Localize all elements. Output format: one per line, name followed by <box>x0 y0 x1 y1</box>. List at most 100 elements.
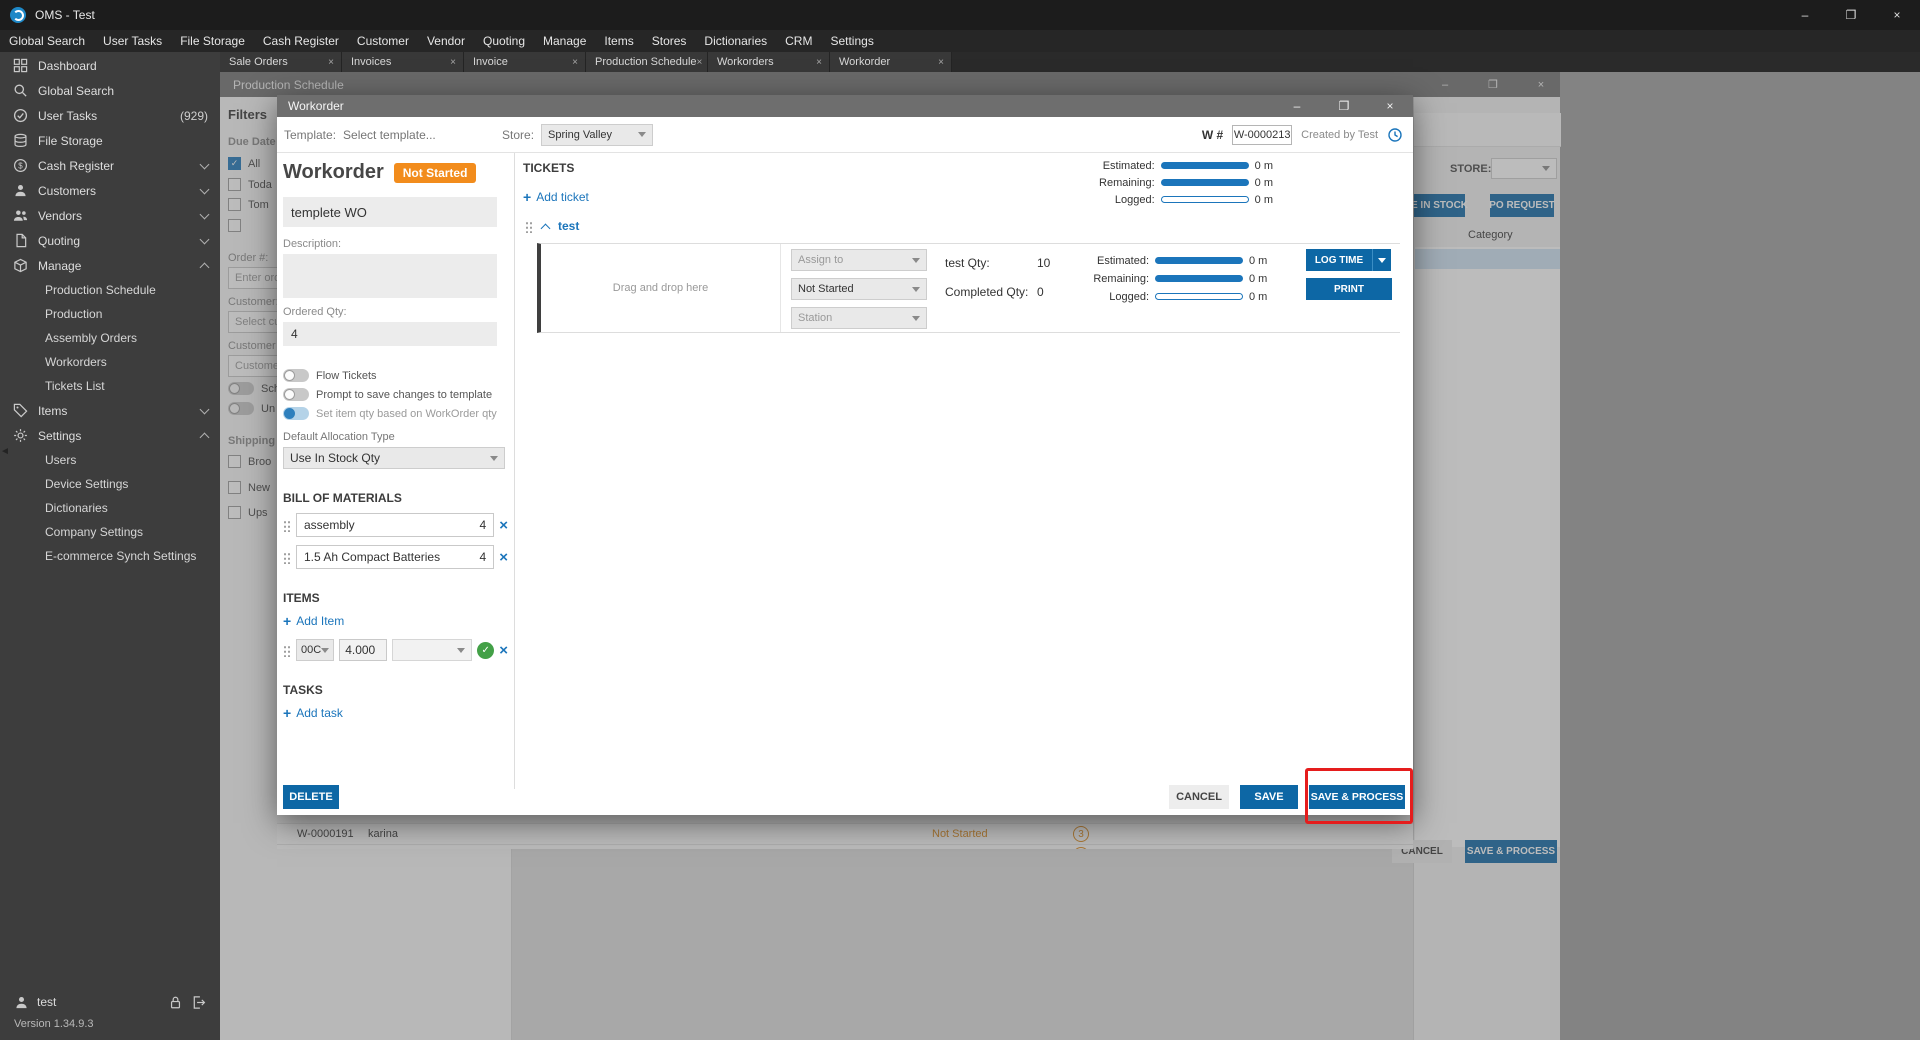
cash-register-icon: $ <box>13 158 28 173</box>
close-icon[interactable]: × <box>1375 95 1405 117</box>
sidebar-item-dictionaries[interactable]: Dictionaries <box>0 496 220 520</box>
template-input[interactable] <box>343 127 454 142</box>
close-icon[interactable]: × <box>1874 0 1920 30</box>
menu-file-storage[interactable]: File Storage <box>171 30 254 52</box>
sidebar-item-quoting[interactable]: Quoting <box>0 228 220 253</box>
cancel-button[interactable]: CANCEL <box>1169 785 1229 809</box>
item-option-select[interactable] <box>392 639 473 661</box>
logout-icon[interactable] <box>191 995 206 1010</box>
minimize-icon[interactable]: – <box>1282 95 1312 117</box>
maximize-icon[interactable]: ❐ <box>1329 95 1359 117</box>
sidebar-item-production-schedule[interactable]: Production Schedule <box>0 278 220 302</box>
store-select[interactable]: Spring Valley <box>541 123 654 146</box>
ordered-qty-input[interactable] <box>283 322 497 346</box>
sidebar-item-assembly-orders[interactable]: Assembly Orders <box>0 326 220 350</box>
sidebar-item-workorders[interactable]: Workorders <box>0 350 220 374</box>
menu-dictionaries[interactable]: Dictionaries <box>695 30 776 52</box>
tab-production-schedule[interactable]: Production Schedule × <box>586 52 708 72</box>
sidebar-item-items[interactable]: Items <box>0 398 220 423</box>
window-title: OMS - Test <box>35 8 95 22</box>
history-clock-icon[interactable] <box>1387 127 1403 143</box>
station-select[interactable]: Station <box>791 307 927 329</box>
menu-customer[interactable]: Customer <box>348 30 418 52</box>
lock-icon[interactable] <box>168 995 183 1010</box>
sidebar-item-device-settings[interactable]: Device Settings <box>0 472 220 496</box>
tab-close-icon[interactable]: × <box>816 57 822 68</box>
menu-quoting[interactable]: Quoting <box>474 30 534 52</box>
sidebar-item-user-tasks[interactable]: User Tasks (929) <box>0 103 220 128</box>
item-qty-workorder-toggle[interactable] <box>283 407 309 420</box>
ticket-status-select[interactable]: Not Started <box>791 278 927 300</box>
remove-icon[interactable]: × <box>499 518 508 533</box>
sidebar-item-customers[interactable]: Customers <box>0 178 220 203</box>
item-qty-input[interactable] <box>339 639 388 661</box>
print-button[interactable]: PRINT <box>1306 278 1392 300</box>
minimize-icon[interactable]: – <box>1782 0 1828 30</box>
log-time-dropdown-button[interactable] <box>1372 249 1391 271</box>
prompt-save-template-toggle[interactable] <box>283 388 309 401</box>
menu-vendor[interactable]: Vendor <box>418 30 474 52</box>
sidebar-collapse-icon[interactable]: ◄ <box>0 446 10 457</box>
add-ticket-link[interactable]: + Add ticket <box>523 189 1413 205</box>
menu-stores[interactable]: Stores <box>643 30 696 52</box>
sidebar-item-vendors[interactable]: Vendors <box>0 203 220 228</box>
delete-button[interactable]: DELETE <box>283 785 339 809</box>
workorder-name-input[interactable] <box>283 197 497 227</box>
sidebar-item-file-storage[interactable]: File Storage <box>0 128 220 153</box>
remove-icon[interactable]: × <box>499 643 508 658</box>
tab-close-icon[interactable]: × <box>328 57 334 68</box>
drag-handle-icon[interactable] <box>283 550 291 564</box>
sidebar-item-global-search[interactable]: Global Search <box>0 78 220 103</box>
allocation-type-select[interactable]: Use In Stock Qty <box>283 447 505 469</box>
tab-close-icon[interactable]: × <box>572 57 578 68</box>
menu-user-tasks[interactable]: User Tasks <box>94 30 171 52</box>
remove-icon[interactable]: × <box>499 550 508 565</box>
sidebar-item-company-settings[interactable]: Company Settings <box>0 520 220 544</box>
menu-crm[interactable]: CRM <box>776 30 821 52</box>
save-and-process-button[interactable]: SAVE & PROCESS <box>1309 785 1405 809</box>
save-button[interactable]: SAVE <box>1240 785 1298 809</box>
menu-cash-register[interactable]: Cash Register <box>254 30 348 52</box>
quoting-icon <box>13 233 28 248</box>
add-task-link[interactable]: + Add task <box>283 705 508 721</box>
sidebar-item-dashboard[interactable]: Dashboard <box>0 53 220 78</box>
drag-handle-icon[interactable] <box>283 518 291 532</box>
drag-handle-icon[interactable] <box>283 643 291 657</box>
tab-workorders[interactable]: Workorders × <box>708 52 830 72</box>
tab-workorder[interactable]: Workorder × <box>830 52 952 72</box>
chevron-down-icon <box>199 234 210 245</box>
collapse-group-icon[interactable] <box>540 223 551 233</box>
sidebar-item-cash-register[interactable]: $ Cash Register <box>0 153 220 178</box>
menu-manage[interactable]: Manage <box>534 30 595 52</box>
sidebar-item-ecommerce-synch-settings[interactable]: E-commerce Synch Settings <box>0 544 220 568</box>
bom-item[interactable]: assembly 4 <box>296 513 495 537</box>
tab-close-icon[interactable]: × <box>697 57 703 68</box>
menu-items[interactable]: Items <box>595 30 642 52</box>
assign-to-select[interactable]: Assign to <box>791 249 927 271</box>
ticket-dropzone[interactable]: Drag and drop here <box>541 244 781 332</box>
description-textarea[interactable] <box>283 254 497 298</box>
tab-close-icon[interactable]: × <box>938 57 944 68</box>
tab-close-icon[interactable]: × <box>450 57 456 68</box>
sidebar-item-manage[interactable]: Manage <box>0 253 220 278</box>
sidebar-item-settings[interactable]: Settings <box>0 423 220 448</box>
ticket-group-row: test <box>525 219 1413 233</box>
logged-in-user: test <box>37 995 57 1009</box>
sidebar-item-tickets-list[interactable]: Tickets List <box>0 374 220 398</box>
add-item-link[interactable]: + Add Item <box>283 613 508 629</box>
log-time-button[interactable]: LOG TIME <box>1306 249 1372 271</box>
menu-global-search[interactable]: Global Search <box>0 30 94 52</box>
tab-invoice[interactable]: Invoice × <box>464 52 586 72</box>
item-code-select[interactable]: 00C <box>296 639 335 661</box>
wo-number-input[interactable] <box>1232 125 1293 145</box>
sidebar-item-production[interactable]: Production <box>0 302 220 326</box>
sidebar-item-users[interactable]: Users <box>0 448 220 472</box>
flow-tickets-toggle[interactable] <box>283 369 309 382</box>
menu-settings[interactable]: Settings <box>821 30 882 52</box>
tab-sale-orders[interactable]: Sale Orders × <box>220 52 342 72</box>
bom-item[interactable]: 1.5 Ah Compact Batteries 4 <box>296 545 495 569</box>
tab-invoices[interactable]: Invoices × <box>342 52 464 72</box>
drag-handle-icon[interactable] <box>525 219 533 233</box>
maximize-icon[interactable]: ❐ <box>1828 0 1874 30</box>
store-label: Store: <box>502 127 535 142</box>
